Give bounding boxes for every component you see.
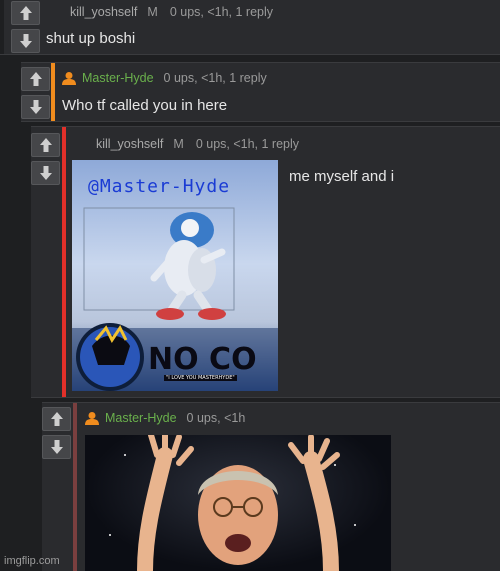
upvote-button[interactable] (31, 133, 60, 157)
username-link[interactable]: kill_yoshself (70, 5, 137, 19)
vote-controls (31, 133, 60, 189)
comment-stats: 0 ups, <1h, 1 reply (163, 71, 267, 85)
upvote-button[interactable] (21, 67, 50, 91)
comment-thread-bar (62, 127, 66, 397)
comment-thread-bar (0, 0, 4, 54)
man-reaction-image (109, 435, 356, 571)
downvote-button[interactable] (21, 95, 50, 119)
username-link[interactable]: kill_yoshself (96, 137, 163, 151)
image-overlay-handle: @Master-Hyde (88, 176, 231, 197)
downvote-button[interactable] (11, 29, 40, 53)
comment-4: Master-Hyde 0 ups, <1h (42, 402, 500, 571)
arrow-up-icon (19, 6, 32, 20)
mod-badge: M (173, 137, 184, 151)
comment-text: shut up boshi (46, 30, 136, 47)
imgflip-watermark: imgflip.com (4, 555, 60, 567)
comment-text: Who tf called you in here (62, 97, 228, 114)
arrow-up-icon (39, 138, 52, 152)
arrow-down-icon (50, 440, 63, 454)
username-link[interactable]: Master-Hyde (105, 411, 177, 425)
comment-image[interactable]: @Master-Hyde NO CO "I LOVE YOU MASTERHYD… (72, 160, 278, 391)
upvote-button[interactable] (11, 1, 40, 25)
vote-controls (11, 1, 40, 57)
comment-text: me myself and i (289, 168, 395, 185)
arrow-down-icon (39, 166, 52, 180)
comment-3: kill_yoshself M 0 ups, <1h, 1 reply @Mas… (31, 126, 500, 398)
comment-meta: Master-Hyde 0 ups, <1h, 1 reply (62, 71, 267, 85)
comment-meta: kill_yoshself M 0 ups, <1h, 1 reply (96, 137, 299, 151)
mod-badge: M (147, 5, 158, 19)
arrow-up-icon (50, 412, 63, 426)
comment-thread-bar (73, 403, 77, 571)
comment-meta: Master-Hyde 0 ups, <1h (85, 411, 245, 425)
comment-stats: 0 ups, <1h, 1 reply (195, 137, 300, 151)
comment-stats: 0 ups, <1h (186, 411, 246, 425)
vote-controls (21, 67, 50, 123)
user-avatar-icon (62, 72, 76, 85)
image-bottom-text: NO CO (148, 342, 257, 377)
comment-meta: kill_yoshself M 0 ups, <1h, 1 reply (70, 5, 273, 19)
arrow-down-icon (19, 34, 32, 48)
upvote-button[interactable] (42, 407, 71, 431)
vote-controls (42, 407, 71, 463)
comment-1: kill_yoshself M 0 ups, <1h, 1 reply shut… (0, 0, 500, 55)
comment-image[interactable] (85, 435, 391, 571)
arrow-down-icon (29, 100, 42, 114)
arrow-up-icon (29, 72, 42, 86)
downvote-button[interactable] (31, 161, 60, 185)
comment-stats: 0 ups, <1h, 1 reply (169, 5, 274, 19)
downvote-button[interactable] (42, 435, 71, 459)
image-small-text: "I LOVE YOU MASTERHYDE" (164, 375, 237, 381)
username-link[interactable]: Master-Hyde (82, 71, 154, 85)
comment-2: Master-Hyde 0 ups, <1h, 1 reply Who tf c… (21, 62, 500, 122)
comment-thread-bar (51, 63, 55, 121)
user-avatar-icon (85, 412, 99, 425)
